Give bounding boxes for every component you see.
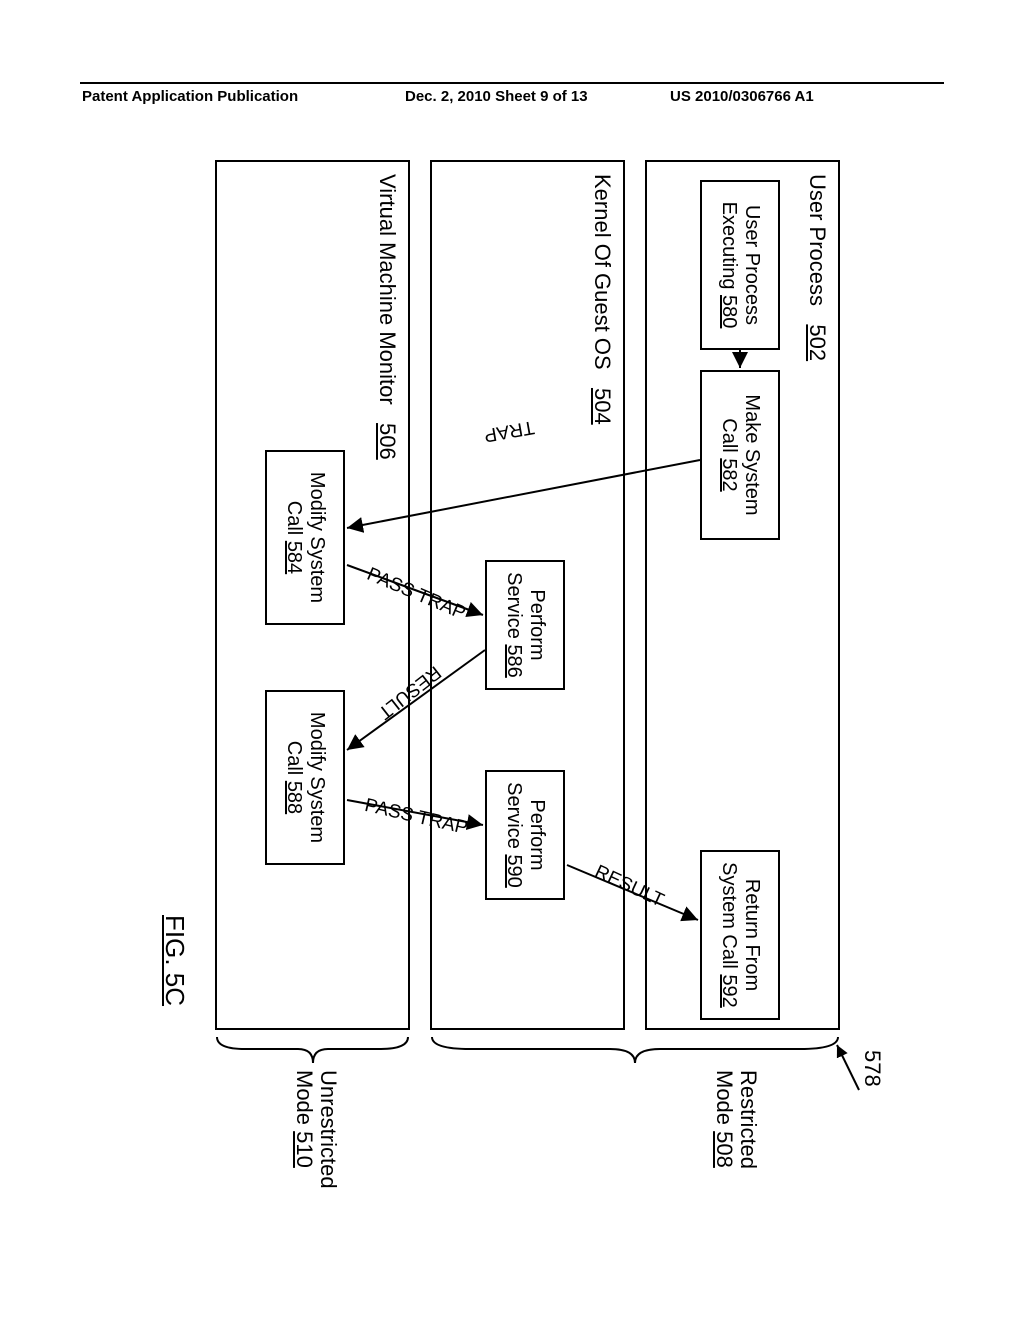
step-580-label: User ProcessExecuting 580 (717, 202, 763, 329)
mode-restricted-label: Restricted Mode 508 (712, 1070, 760, 1169)
lane-user-title-text: User Process (805, 174, 830, 306)
step-580: User ProcessExecuting 580 (700, 180, 780, 350)
ref-number: 578 (859, 1050, 885, 1087)
step-584-label: Modify SystemCall 584 (282, 472, 328, 603)
brace-unrestricted-icon (215, 1035, 410, 1065)
step-592-label: Return FromSystem Call 592 (717, 862, 763, 1008)
header-right: US 2010/0306766 A1 (670, 88, 814, 105)
header-left: Patent Application Publication (82, 88, 298, 105)
lane-kernel-title-text: Kernel Of Guest OS (590, 174, 615, 370)
step-586-label: PerformService 586 (502, 572, 548, 678)
step-590-label: PerformService 590 (502, 782, 548, 888)
step-592: Return FromSystem Call 592 (700, 850, 780, 1020)
step-582: Make SystemCall 582 (700, 370, 780, 540)
lane-vmm-title-text: Virtual Machine Monitor (375, 174, 400, 405)
step-590: PerformService 590 (485, 770, 565, 900)
lane-vmm-title-num: 506 (375, 423, 400, 460)
step-584: Modify SystemCall 584 (265, 450, 345, 625)
lane-user-title: User Process 502 (804, 174, 830, 361)
lane-vmm-title: Virtual Machine Monitor 506 (374, 174, 400, 460)
diagram-container: 578 User Process 502 Kernel Of Guest (140, 160, 880, 1220)
step-588-label: Modify SystemCall 588 (282, 712, 328, 843)
step-588: Modify SystemCall 588 (265, 690, 345, 865)
brace-restricted-icon (430, 1035, 840, 1065)
diagram: 578 User Process 502 Kernel Of Guest (140, 160, 880, 1220)
header-rule (80, 82, 944, 84)
lane-kernel-title: Kernel Of Guest OS 504 (589, 174, 615, 425)
figure-label: FIG. 5C (159, 915, 190, 1006)
header-center: Dec. 2, 2010 Sheet 9 of 13 (405, 88, 588, 105)
mode-unrestricted-label: Unrestricted Mode 510 (292, 1070, 340, 1189)
step-582-label: Make SystemCall 582 (717, 394, 763, 515)
lane-user-title-num: 502 (805, 324, 830, 361)
page: Patent Application Publication Dec. 2, 2… (0, 0, 1024, 1320)
lane-kernel-title-num: 504 (590, 388, 615, 425)
step-586: PerformService 586 (485, 560, 565, 690)
